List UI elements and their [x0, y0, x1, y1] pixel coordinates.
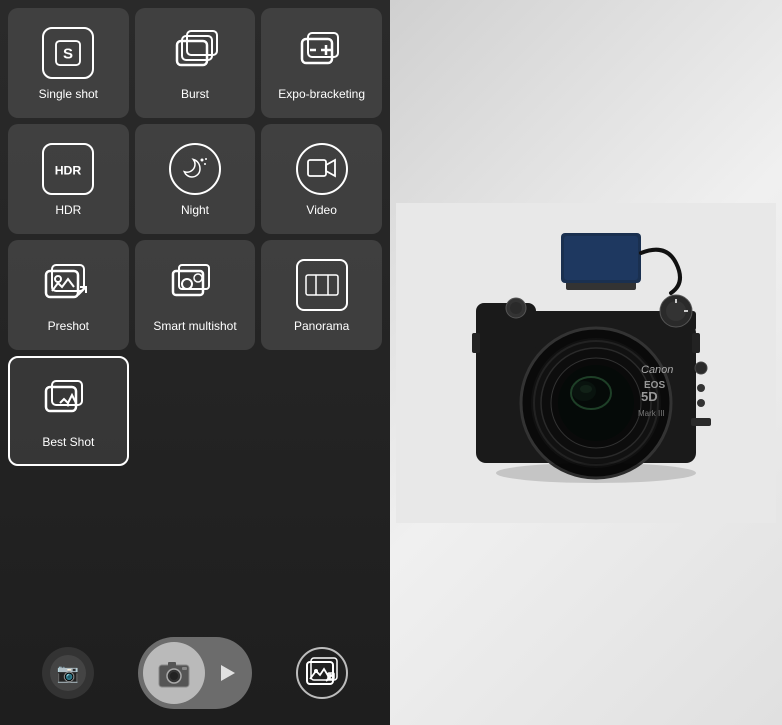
shutter-group — [138, 637, 252, 709]
svg-text:5D: 5D — [641, 389, 658, 404]
expo-icon — [296, 27, 348, 79]
burst-label: Burst — [181, 87, 209, 101]
bottom-toolbar: 📷 — [8, 629, 382, 717]
mode-night[interactable]: Night — [135, 124, 256, 234]
mode-preshot[interactable]: Preshot — [8, 240, 129, 350]
canon-camera-illustration: Canon EOS 5D Mark III — [396, 203, 776, 523]
gallery-button[interactable] — [296, 647, 348, 699]
mode-expo-bracketing[interactable]: Expo-bracketing — [261, 8, 382, 118]
burst-svg — [169, 27, 221, 79]
mode-grid-row1: S Single shot Burst — [8, 8, 382, 118]
thumbnail-button[interactable]: 📷 — [42, 647, 94, 699]
svg-text:Mark III: Mark III — [638, 409, 665, 418]
panorama-svg — [305, 274, 339, 296]
mode-grid-row3: Preshot Smart multishot P — [8, 240, 382, 350]
expo-svg — [296, 27, 348, 79]
video-icon — [296, 143, 348, 195]
svg-text:📷: 📷 — [57, 663, 79, 683]
svg-text:S: S — [63, 45, 73, 62]
best-shot-icon — [42, 375, 94, 427]
best-shot-label: Best Shot — [42, 435, 94, 449]
expo-bracketing-label: Expo-bracketing — [278, 87, 365, 101]
hdr-label: HDR — [55, 203, 81, 217]
single-shot-icon: S — [42, 27, 94, 79]
hdr-svg: HDR — [53, 154, 83, 184]
video-mode-icon — [213, 660, 239, 686]
mode-video[interactable]: Video — [261, 124, 382, 234]
mode-burst[interactable]: Burst — [135, 8, 256, 118]
preshot-icon — [42, 259, 94, 311]
video-mode-button[interactable] — [205, 652, 247, 694]
mode-grid-row4: Best Shot — [8, 356, 382, 466]
panorama-label: Panorama — [294, 319, 349, 333]
mode-single-shot[interactable]: S Single shot — [8, 8, 129, 118]
mode-grid-row2: HDR HDR Night — [8, 124, 382, 234]
mode-best-shot[interactable]: Best Shot — [8, 356, 129, 466]
gallery-icon — [304, 655, 340, 691]
night-svg — [180, 154, 210, 184]
right-panel: Canon EOS 5D Mark III — [390, 0, 782, 725]
shutter-button[interactable] — [143, 642, 205, 704]
best-shot-svg — [42, 375, 94, 427]
preshot-label: Preshot — [48, 319, 89, 333]
thumbnail-icon: 📷 — [48, 653, 88, 693]
video-svg — [307, 156, 337, 182]
single-shot-label: Single shot — [39, 87, 98, 101]
shutter-camera-icon — [156, 655, 192, 691]
mode-smart-multishot[interactable]: Smart multishot — [135, 240, 256, 350]
camera-preview: Canon EOS 5D Mark III — [390, 0, 782, 725]
svg-text:HDR: HDR — [55, 163, 82, 177]
burst-icon — [169, 27, 221, 79]
night-label: Night — [181, 203, 209, 217]
smart-multishot-svg — [169, 259, 221, 311]
single-shot-svg: S — [53, 38, 83, 68]
preshot-svg — [42, 259, 94, 311]
left-panel: S Single shot Burst — [0, 0, 390, 725]
panorama-icon — [296, 259, 348, 311]
video-label: Video — [306, 203, 336, 217]
smart-multishot-icon — [169, 259, 221, 311]
night-icon — [169, 143, 221, 195]
spacer — [8, 472, 382, 623]
hdr-icon: HDR — [42, 143, 94, 195]
smart-multishot-label: Smart multishot — [153, 319, 236, 333]
mode-hdr[interactable]: HDR HDR — [8, 124, 129, 234]
svg-text:Canon: Canon — [641, 364, 673, 376]
mode-panorama[interactable]: Panorama — [261, 240, 382, 350]
